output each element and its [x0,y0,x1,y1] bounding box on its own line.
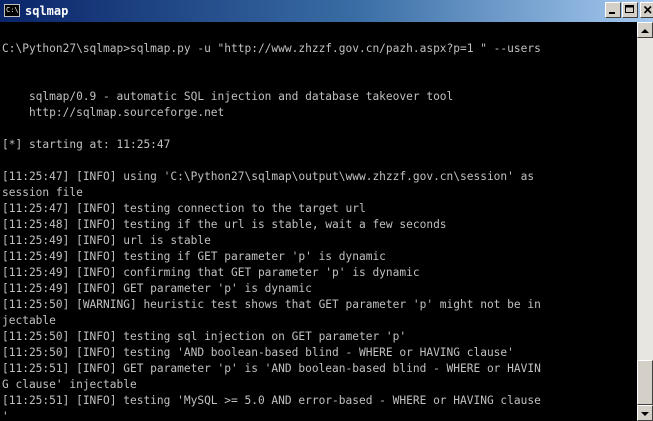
console-line: [11:25:49] [INFO] GET parameter 'p' is d… [2,282,312,295]
minimize-icon [609,12,615,14]
console-line: [*] starting at: 11:25:47 [2,138,171,151]
console-line: sqlmap/0.9 - automatic SQL injection and… [2,90,454,103]
console-line: [11:25:49] [INFO] confirming that GET pa… [2,266,420,279]
console-line: [11:25:47] [INFO] testing connection to … [2,202,366,215]
scroll-up-button[interactable] [637,22,653,38]
console-line: session file [2,186,83,199]
console-window: C:\ sqlmap C:\Python27\sqlmap>sqlmap.py … [0,0,653,421]
close-icon [643,5,652,14]
console-icon[interactable]: C:\ [4,4,20,17]
console-lines: C:\Python27\sqlmap>sqlmap.py -u "http://… [2,41,541,421]
console-line: [11:25:48] [INFO] testing if the url is … [2,218,447,231]
console-line: http://sqlmap.sourceforge.net [2,106,225,119]
console-line: jectable [2,314,56,327]
close-button[interactable] [640,2,653,18]
console-line: [11:25:47] [INFO] using 'C:\Python27\sql… [2,170,535,183]
console-line: G clause' injectable [2,378,137,391]
console-line: [11:25:51] [INFO] testing 'MySQL >= 5.0 … [2,394,541,407]
maximize-button[interactable] [622,2,638,18]
arrow-up-icon [641,29,649,33]
arrow-down-icon [641,412,649,416]
console-line: C:\Python27\sqlmap>sqlmap.py -u "http://… [2,42,541,55]
title-bar[interactable]: C:\ sqlmap [0,0,653,22]
console-line: [11:25:50] [WARNING] heuristic test show… [2,298,541,311]
console-line: [11:25:50] [INFO] testing sql injection … [2,330,407,343]
console-line: [11:25:49] [INFO] testing if GET paramet… [2,250,386,263]
minimize-button[interactable] [605,2,621,18]
console-output[interactable]: C:\Python27\sqlmap>sqlmap.py -u "http://… [0,22,637,421]
scroll-thumb[interactable] [637,360,653,405]
maximize-icon [625,5,634,13]
console-line: ' [2,410,9,421]
scroll-down-button[interactable] [637,405,653,421]
vertical-scrollbar[interactable] [637,22,653,421]
console-line: [11:25:51] [INFO] GET parameter 'p' is '… [2,362,541,375]
console-line: [11:25:50] [INFO] testing 'AND boolean-b… [2,346,514,359]
console-line: [11:25:49] [INFO] url is stable [2,234,211,247]
window-title: sqlmap [25,4,69,18]
